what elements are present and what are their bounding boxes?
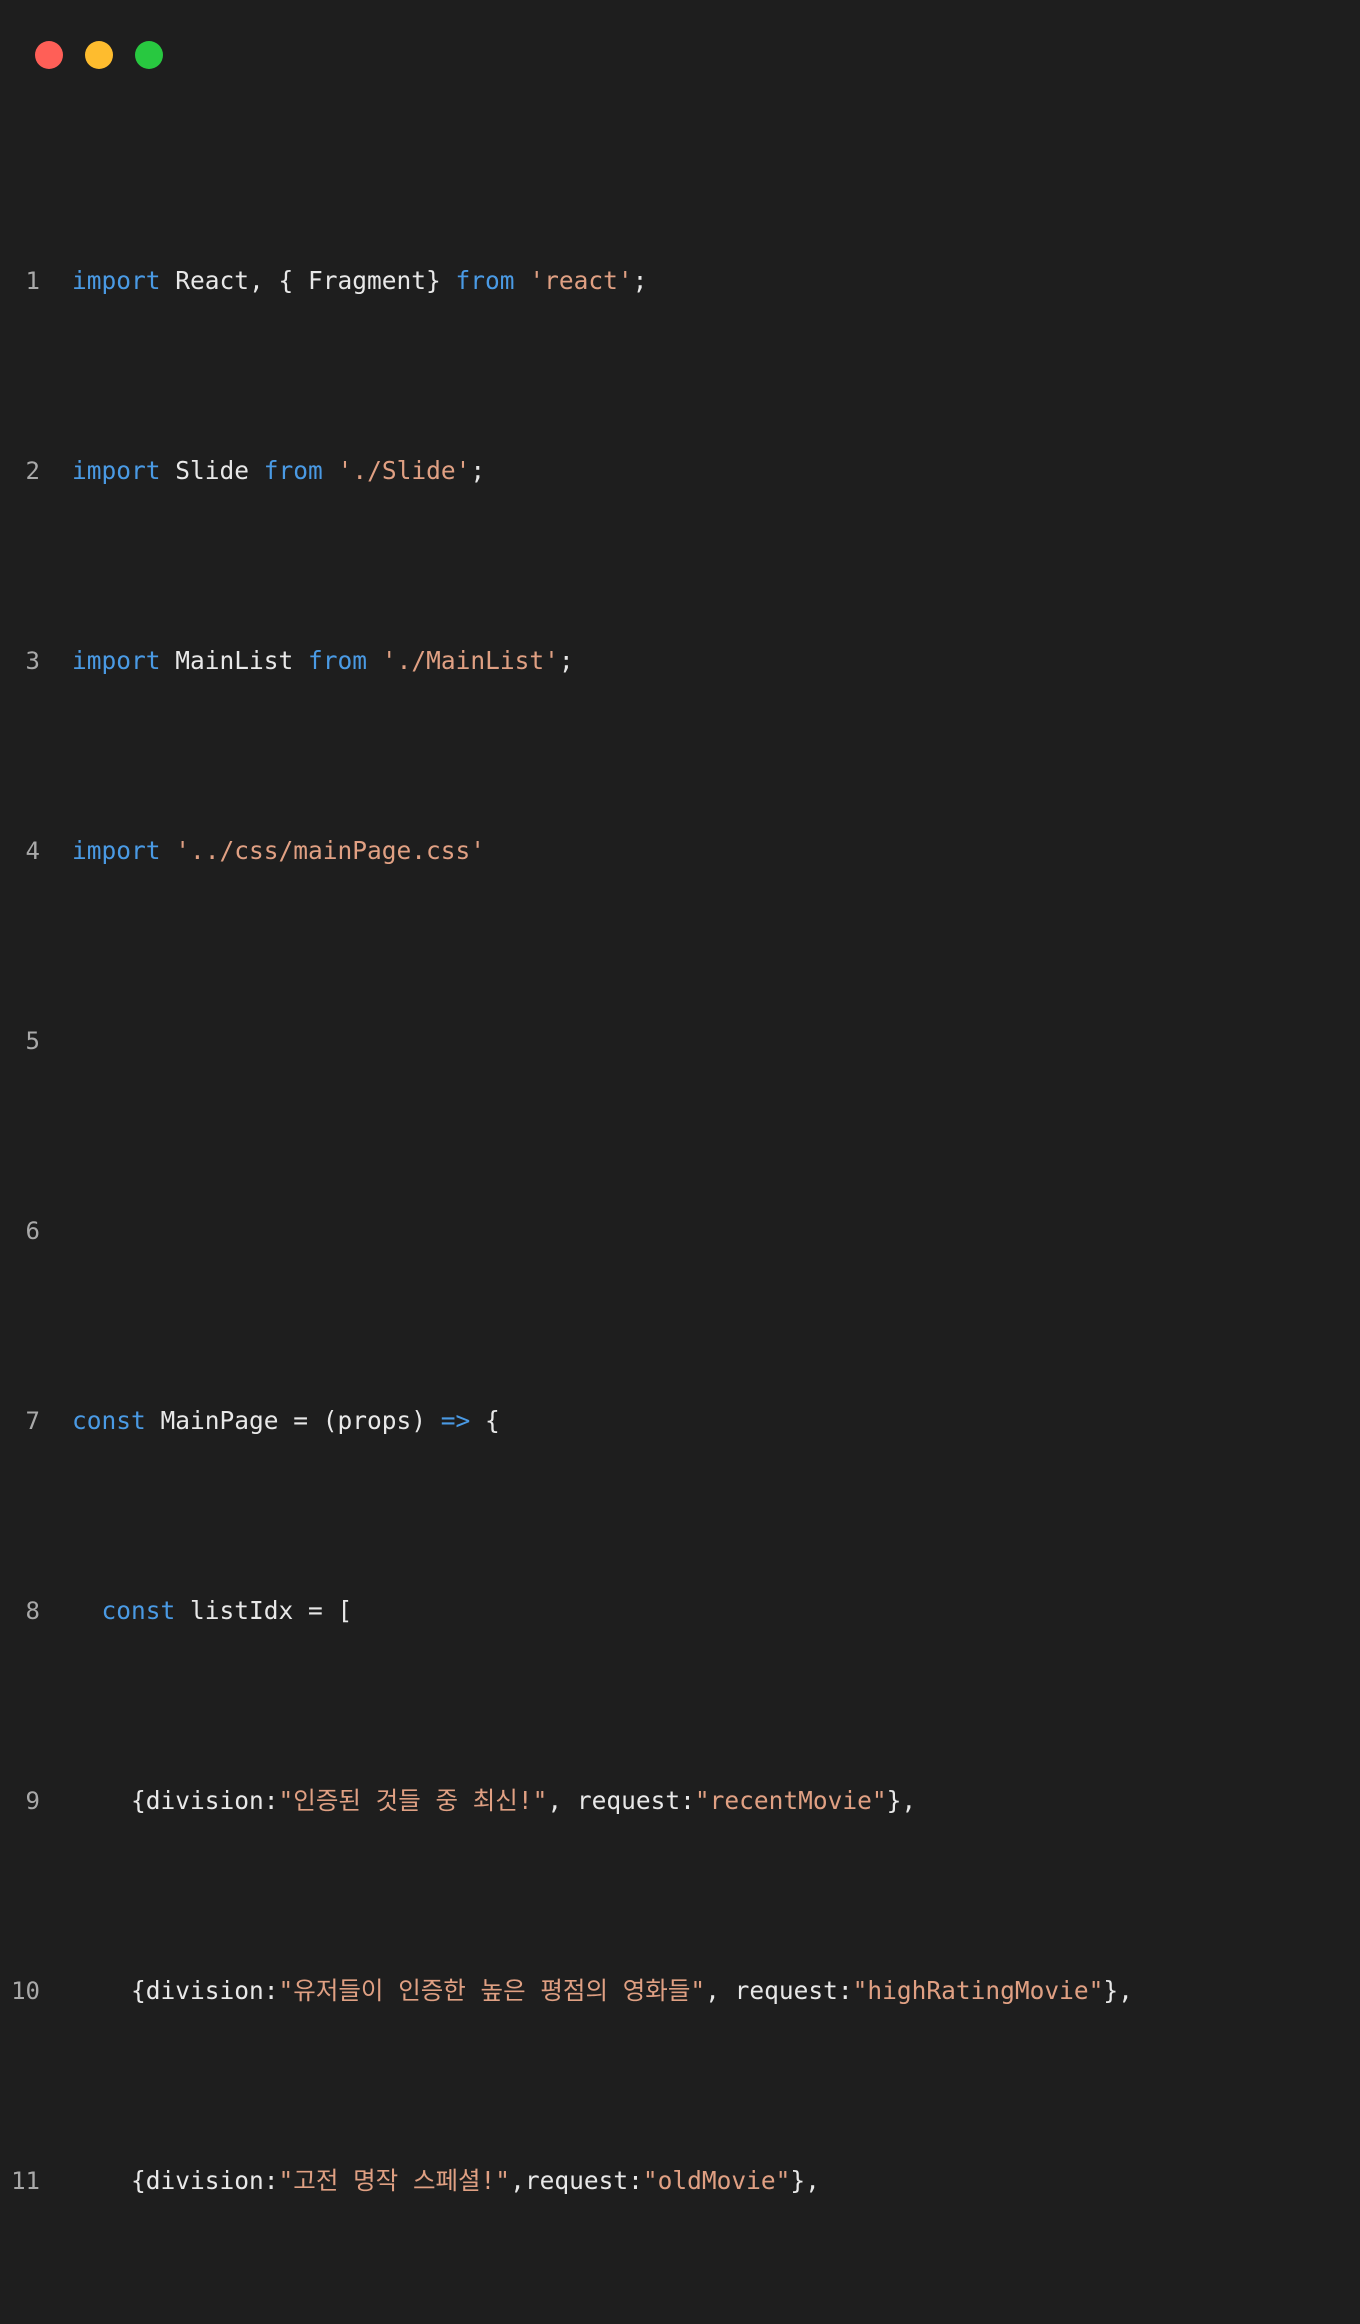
token-string: "유저들이 인증한 높은 평점의 영화들" xyxy=(278,1976,706,2005)
token-string: './MainList' xyxy=(381,646,559,675)
token-plain: , request: xyxy=(547,1786,695,1815)
token-keyword: from xyxy=(455,266,515,295)
token-plain: {division: xyxy=(131,1976,279,2005)
token-plain: ; xyxy=(470,456,486,485)
line-number: 7 xyxy=(25,1407,40,1435)
code-line: 8 const listIdx = [ xyxy=(0,1592,1360,1630)
code-line: 1 import React, { Fragment} from 'react'… xyxy=(0,262,1360,300)
minimize-button-dot[interactable] xyxy=(85,41,113,69)
token-plain: React, { Fragment} xyxy=(160,266,456,295)
code-screenshot-window: 1 import React, { Fragment} from 'react'… xyxy=(0,0,1360,2195)
token-plain: { xyxy=(470,1406,500,1435)
line-number: 8 xyxy=(25,1597,40,1625)
token-plain: listIdx = [ xyxy=(175,1596,353,1625)
token-plain: {division: xyxy=(131,2166,279,2195)
token-plain: Slide xyxy=(160,456,264,485)
line-number: 10 xyxy=(11,1977,40,2005)
line-text: {division:"고전 명작 스페셜!",request:"oldMovie… xyxy=(72,2162,820,2200)
code-editor-content[interactable]: 1 import React, { Fragment} from 'react'… xyxy=(0,110,1360,2324)
line-number: 5 xyxy=(25,1027,40,1055)
line-text: import React, { Fragment} from 'react'; xyxy=(72,262,647,300)
token-string: "recentMovie" xyxy=(694,1786,887,1815)
token-string: 'react' xyxy=(529,266,633,295)
maximize-button-dot[interactable] xyxy=(135,41,163,69)
token-string: '../css/mainPage.css' xyxy=(175,836,486,865)
token-plain: }, xyxy=(886,1786,917,1815)
line-text: const MainPage = (props) => { xyxy=(72,1402,500,1440)
token-plain: }, xyxy=(790,2166,820,2195)
window-titlebar xyxy=(0,0,1360,110)
line-number: 4 xyxy=(25,837,40,865)
token-plain: ,request: xyxy=(510,2166,643,2195)
code-line: 11 {division:"고전 명작 스페셜!",request:"oldMo… xyxy=(0,2162,1360,2200)
token-keyword: import xyxy=(72,266,161,295)
line-number: 9 xyxy=(25,1787,40,1815)
code-line: 9 {division:"인증된 것들 중 최신!", request:"rec… xyxy=(0,1782,1360,1820)
line-text: {division:"유저들이 인증한 높은 평점의 영화들", request… xyxy=(72,1972,1133,2010)
line-number: 3 xyxy=(25,647,40,675)
line-text: import MainList from './MainList'; xyxy=(72,642,574,680)
code-line: 4 import '../css/mainPage.css' xyxy=(0,832,1360,870)
line-number: 2 xyxy=(25,457,40,485)
token-keyword: import xyxy=(72,836,161,865)
line-text: import Slide from './Slide'; xyxy=(72,452,485,490)
token-string: "highRatingMovie" xyxy=(852,1976,1104,2005)
line-number: 11 xyxy=(11,2167,40,2195)
token-keyword: from xyxy=(308,646,368,675)
token-arrow: => xyxy=(440,1406,471,1435)
token-string: './Slide' xyxy=(337,456,471,485)
token-keyword: const xyxy=(101,1596,176,1625)
code-line: 7 const MainPage = (props) => { xyxy=(0,1402,1360,1440)
token-plain: ; xyxy=(558,646,574,675)
line-text: import '../css/mainPage.css' xyxy=(72,832,485,870)
token-keyword: const xyxy=(72,1406,146,1435)
line-number: 6 xyxy=(25,1217,40,1245)
line-number: 1 xyxy=(25,267,40,295)
code-line: 2 import Slide from './Slide'; xyxy=(0,452,1360,490)
close-button-dot[interactable] xyxy=(35,41,63,69)
line-text: const listIdx = [ xyxy=(72,1592,353,1630)
token-keyword: import xyxy=(72,456,161,485)
code-line: 6 xyxy=(0,1212,1360,1250)
token-string: "고전 명작 스페셜!" xyxy=(278,2166,511,2195)
token-plain: }, xyxy=(1103,1976,1133,2005)
token-plain: ; xyxy=(632,266,648,295)
line-text: {division:"인증된 것들 중 최신!", request:"recen… xyxy=(72,1782,916,1820)
token-plain: MainList xyxy=(160,646,309,675)
token-keyword: import xyxy=(72,646,161,675)
token-string: "인증된 것들 중 최신!" xyxy=(278,1786,548,1815)
code-line: 10 {division:"유저들이 인증한 높은 평점의 영화들", requ… xyxy=(0,1972,1360,2010)
token-string: "oldMovie" xyxy=(642,2166,791,2195)
code-line: 3 import MainList from './MainList'; xyxy=(0,642,1360,680)
code-line: 5 xyxy=(0,1022,1360,1060)
token-plain: MainPage = (props) xyxy=(145,1406,441,1435)
token-plain: , request: xyxy=(705,1976,853,2005)
token-plain: {division: xyxy=(131,1786,279,1815)
token-keyword: from xyxy=(263,456,323,485)
